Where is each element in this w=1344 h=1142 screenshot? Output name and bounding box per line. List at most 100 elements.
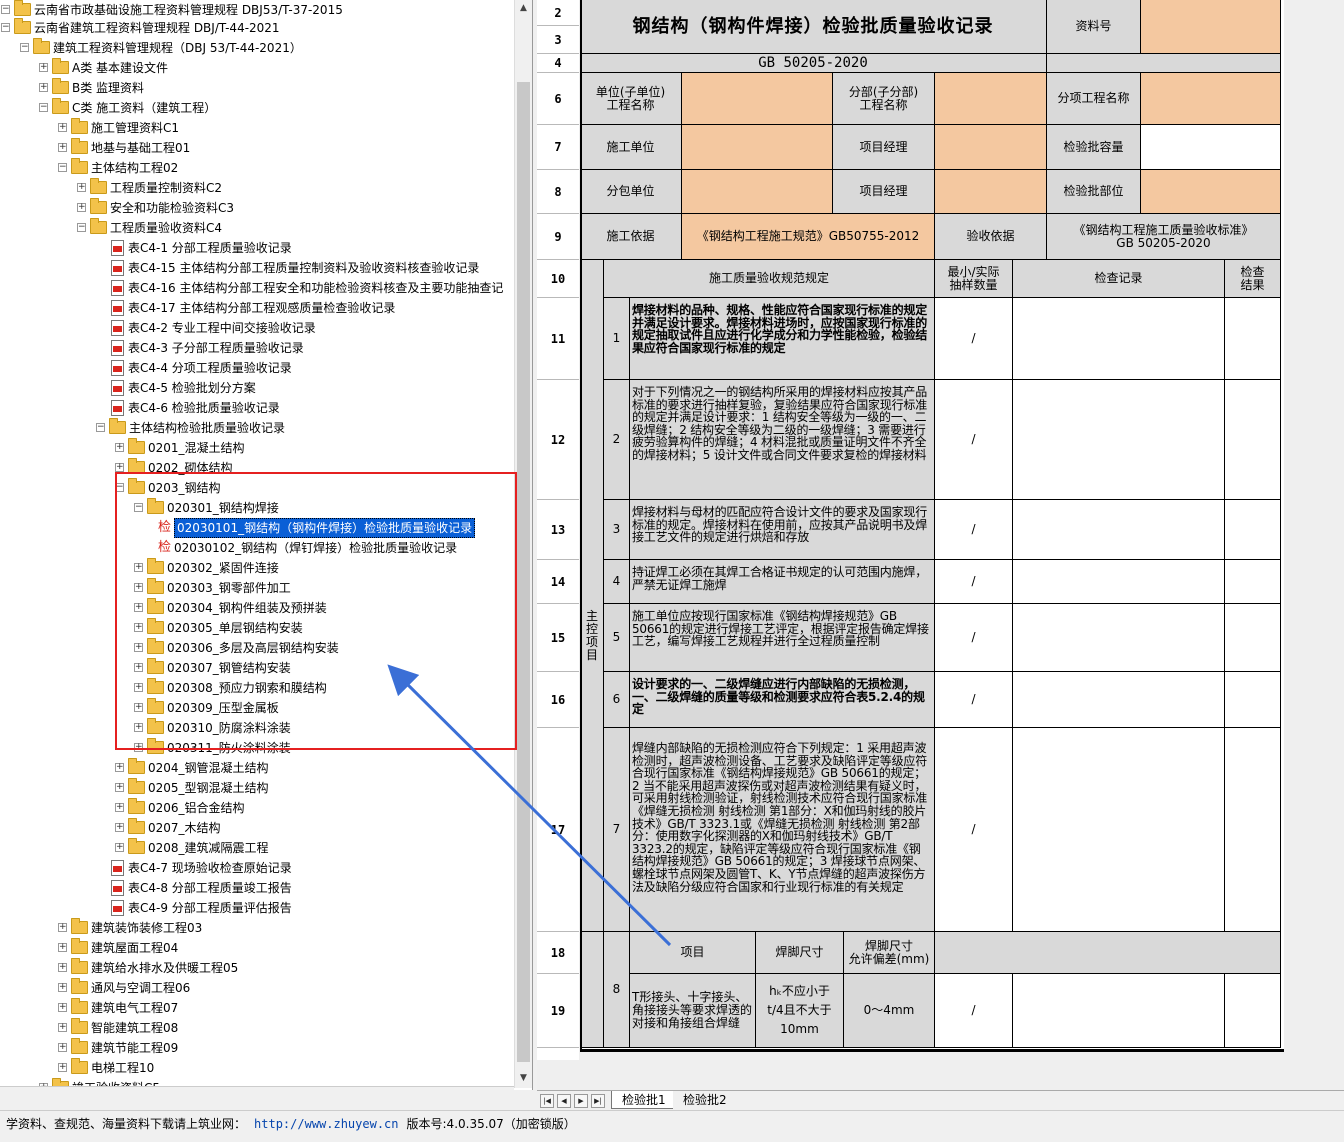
tree-node[interactable]: +0205_型钢混凝土结构: [0, 778, 514, 798]
item-result-cell[interactable]: [1225, 672, 1281, 728]
expand-icon[interactable]: +: [115, 463, 124, 472]
row-number[interactable]: 12: [537, 380, 579, 500]
constructor-field[interactable]: [682, 125, 833, 170]
item-record-cell[interactable]: [1013, 604, 1225, 672]
tree-node[interactable]: + 地基与基础工程01: [0, 138, 514, 158]
scroll-thumb[interactable]: [517, 82, 530, 1062]
item-sample-cell[interactable]: /: [935, 604, 1013, 672]
tree-node[interactable]: 表C4-2 专业工程中间交接验收记录: [0, 318, 514, 338]
row-number[interactable]: 14: [537, 560, 579, 604]
item-record-cell[interactable]: [1013, 560, 1225, 604]
website-link[interactable]: http://www.zhuyew.cn: [254, 1117, 399, 1131]
collapse-icon[interactable]: −: [96, 423, 105, 432]
row-number[interactable]: 10: [537, 260, 579, 298]
expand-icon[interactable]: +: [58, 123, 67, 132]
tree-node[interactable]: 表C4-9 分部工程质量评估报告: [0, 898, 514, 918]
scroll-down-arrow-icon[interactable]: ▼: [515, 1070, 532, 1086]
item-sample-cell[interactable]: /: [935, 380, 1013, 500]
expand-icon[interactable]: +: [58, 1023, 67, 1032]
tree-node[interactable]: + 工程质量控制资料C2: [0, 178, 514, 198]
tree-node[interactable]: 表C4-6 检验批质量验收记录: [0, 398, 514, 418]
tree-node[interactable]: − 云南省建筑工程资料管理规程 DBJ/T-44-2021: [0, 18, 514, 38]
tree-node[interactable]: − C类 施工资料（建筑工程）: [0, 98, 514, 118]
item-record-cell[interactable]: [1013, 672, 1225, 728]
row-number[interactable]: 19: [537, 974, 579, 1048]
tree-node[interactable]: − 建筑工程资料管理规程（DBJ 53/T-44-2021）: [0, 38, 514, 58]
tree-node[interactable]: 表C4-5 检验批划分方案: [0, 378, 514, 398]
tree-node[interactable]: 表C4-16 主体结构分部工程安全和功能检验资料核查及主要功能抽查记: [0, 278, 514, 298]
tree-node[interactable]: 表C4-1 分部工程质量验收记录: [0, 238, 514, 258]
row-number[interactable]: 15: [537, 604, 579, 672]
tree-node[interactable]: 表C4-3 子分部工程质量验收记录: [0, 338, 514, 358]
row-number[interactable]: 18: [537, 932, 579, 974]
collapse-icon[interactable]: −: [77, 223, 86, 232]
row-number[interactable]: 11: [537, 298, 579, 380]
tree-node[interactable]: − 主体结构检验批质量验收记录: [0, 418, 514, 438]
expand-icon[interactable]: +: [58, 923, 67, 932]
tree-node[interactable]: 表C4-17 主体结构分部工程观感质量检查验收记录: [0, 298, 514, 318]
item-sample-cell[interactable]: /: [935, 728, 1013, 932]
item-result-cell[interactable]: [1225, 380, 1281, 500]
tree-node[interactable]: 表C4-15 主体结构分部工程质量控制资料及验收资料核查验收记录: [0, 258, 514, 278]
scroll-right-arrow-icon[interactable]: ▶: [497, 1087, 513, 1090]
expand-icon[interactable]: +: [39, 63, 48, 72]
tree-node[interactable]: + A类 基本建设文件: [0, 58, 514, 78]
tree-node[interactable]: + 建筑装饰装修工程03: [0, 918, 514, 938]
expand-icon[interactable]: +: [115, 803, 124, 812]
row-number[interactable]: 4: [537, 54, 579, 73]
last-sheet-icon[interactable]: ▶|: [591, 1094, 605, 1108]
expand-icon[interactable]: +: [77, 183, 86, 192]
item-record-cell[interactable]: [1013, 380, 1225, 500]
tree-node[interactable]: +0201_混凝土结构: [0, 438, 514, 458]
subcontractor-field[interactable]: [682, 170, 833, 214]
expand-icon[interactable]: +: [115, 443, 124, 452]
item8-sample[interactable]: /: [935, 974, 1013, 1048]
item8-record[interactable]: [1013, 974, 1225, 1048]
expand-icon[interactable]: +: [115, 823, 124, 832]
tree-node[interactable]: +0207_木结构: [0, 818, 514, 838]
first-sheet-icon[interactable]: |◀: [540, 1094, 554, 1108]
location-field[interactable]: [1141, 170, 1281, 214]
item-sample-cell[interactable]: /: [935, 500, 1013, 560]
prev-sheet-icon[interactable]: ◀: [557, 1094, 571, 1108]
item-sample-cell[interactable]: /: [935, 672, 1013, 728]
tab-sheet-2[interactable]: 检验批2: [673, 1091, 737, 1109]
scroll-up-arrow-icon[interactable]: ▲: [515, 0, 532, 16]
pm-field[interactable]: [935, 125, 1047, 170]
expand-icon[interactable]: +: [58, 1043, 67, 1052]
scroll-left-arrow-icon[interactable]: ◀: [0, 1087, 16, 1090]
item-record-cell[interactable]: [1013, 500, 1225, 560]
item-sample-cell[interactable]: /: [935, 560, 1013, 604]
tree-node[interactable]: − 云南省市政基础设施工程资料管理规程 DBJ53/T-37-2015: [0, 0, 514, 20]
expand-icon[interactable]: +: [77, 203, 86, 212]
tree-node[interactable]: + 建筑给水排水及供暖工程05: [0, 958, 514, 978]
item-result-cell[interactable]: [1225, 560, 1281, 604]
tree-node[interactable]: − 主体结构工程02: [0, 158, 514, 178]
sub-part-field[interactable]: [935, 73, 1047, 125]
item-result-cell[interactable]: [1225, 728, 1281, 932]
collapse-icon[interactable]: −: [1, 5, 10, 14]
item8-result[interactable]: [1225, 974, 1281, 1048]
tree-node[interactable]: 表C4-7 现场验收检查原始记录: [0, 858, 514, 878]
row-number[interactable]: 9: [537, 214, 579, 260]
tree-node[interactable]: − 工程质量验收资料C4: [0, 218, 514, 238]
doc-no-field[interactable]: [1141, 0, 1281, 54]
expand-icon[interactable]: +: [58, 983, 67, 992]
unit-name-field[interactable]: [682, 73, 833, 125]
item-result-cell[interactable]: [1225, 298, 1281, 380]
item-record-cell[interactable]: [1013, 298, 1225, 380]
collapse-icon[interactable]: −: [1, 23, 10, 32]
tree-node[interactable]: + 施工管理资料C1: [0, 118, 514, 138]
expand-icon[interactable]: +: [115, 843, 124, 852]
next-sheet-icon[interactable]: ▶: [574, 1094, 588, 1108]
tab-sheet-1[interactable]: 检验批1: [611, 1091, 677, 1109]
item-name-field[interactable]: [1141, 73, 1281, 125]
expand-icon[interactable]: +: [115, 783, 124, 792]
tree-node[interactable]: + 电梯工程10: [0, 1058, 514, 1078]
expand-icon[interactable]: +: [58, 943, 67, 952]
tree-node[interactable]: + 建筑电气工程07: [0, 998, 514, 1018]
expand-icon[interactable]: +: [58, 1003, 67, 1012]
row-number[interactable]: 7: [537, 125, 579, 170]
expand-icon[interactable]: +: [39, 83, 48, 92]
row-number[interactable]: 2: [537, 0, 579, 26]
